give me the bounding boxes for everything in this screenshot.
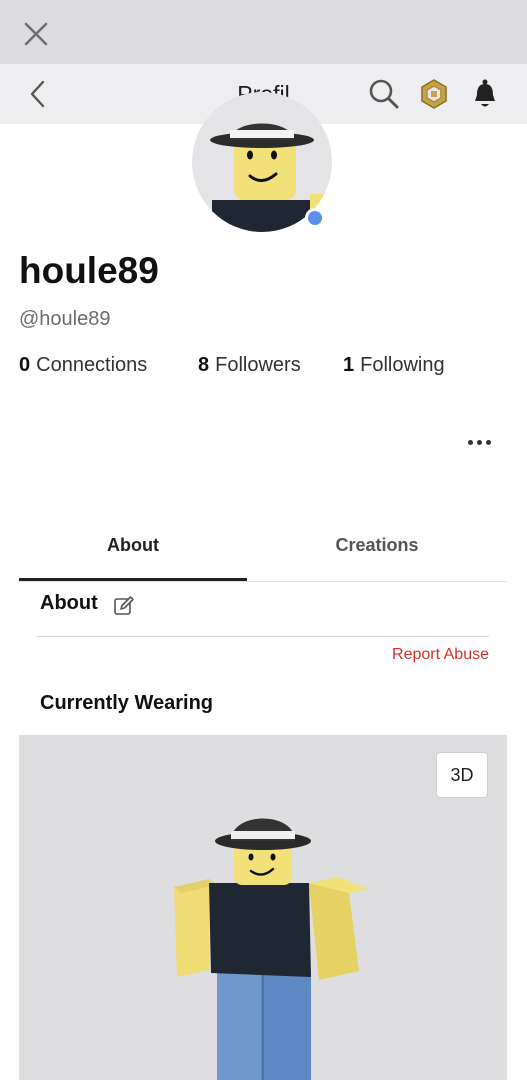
connections-stat[interactable]: 0 Connections: [19, 354, 198, 377]
avatar-figure: [174, 818, 369, 1080]
connections-count: 0: [19, 354, 31, 376]
following-stat[interactable]: 1 Following: [343, 354, 445, 377]
followers-label: Followers: [215, 354, 301, 376]
tab-about[interactable]: About: [19, 520, 247, 580]
notifications-button[interactable]: [468, 77, 502, 111]
report-abuse-link[interactable]: Report Abuse: [350, 646, 489, 664]
currently-wearing-heading: Currently Wearing: [40, 692, 213, 714]
window-bar: [0, 0, 527, 64]
edit-icon[interactable]: [113, 595, 135, 617]
followers-stat[interactable]: 8 Followers: [198, 354, 343, 377]
about-heading: About: [40, 592, 98, 614]
tab-creations[interactable]: Creations: [263, 520, 491, 580]
bell-icon: [475, 79, 495, 107]
followers-count: 8: [198, 354, 210, 376]
about-divider: [36, 636, 489, 637]
following-label: Following: [360, 354, 445, 376]
close-button[interactable]: [18, 16, 54, 52]
search-button[interactable]: [367, 77, 401, 111]
profile-tabs: About Creations: [19, 520, 507, 582]
more-options-button[interactable]: [462, 430, 496, 454]
display-name: houle89: [19, 250, 159, 291]
active-tab-indicator: [19, 578, 247, 581]
profile-stats: 0 Connections 8 Followers 1 Following: [19, 354, 445, 377]
more-icon: [467, 439, 473, 445]
robux-button[interactable]: [417, 77, 451, 111]
username: @houle89: [19, 308, 111, 330]
connections-label: Connections: [36, 354, 148, 376]
search-icon: [369, 79, 399, 109]
avatar-viewer[interactable]: 3D: [19, 735, 507, 1080]
robux-icon: [421, 79, 447, 109]
following-count: 1: [343, 354, 355, 376]
back-button[interactable]: [20, 76, 56, 112]
online-status-dot: [305, 208, 325, 228]
close-icon: [24, 22, 48, 46]
toggle-3d-button[interactable]: 3D: [436, 752, 488, 798]
chevron-left-icon: [30, 80, 45, 108]
